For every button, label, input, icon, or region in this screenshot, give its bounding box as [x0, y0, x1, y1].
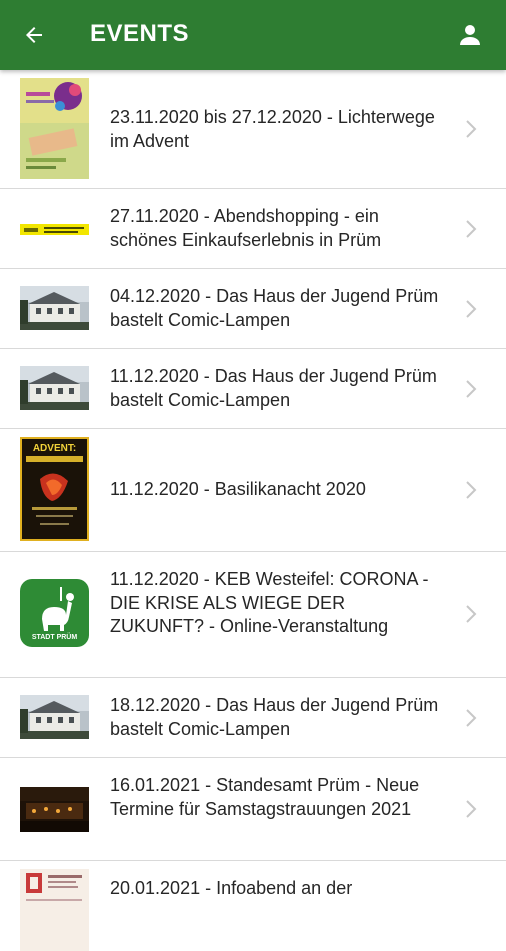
event-thumbnail: STADT PRÜM — [20, 579, 89, 647]
event-title: 27.11.2020 - Abendshopping - ein schönes… — [110, 206, 382, 250]
event-thumbnail — [20, 869, 89, 951]
event-list-item[interactable]: ADVENT: 11.12.2020 - Basilikanacht 2020 — [0, 429, 506, 552]
chevron-right-icon — [466, 120, 477, 138]
event-title: 11.12.2020 - KEB Westeifel: CORONA - DIE… — [110, 569, 429, 636]
chevron-right-icon — [466, 380, 477, 398]
event-list-item[interactable]: 04.12.2020 - Das Haus der Jugend Prüm ba… — [0, 269, 506, 349]
chevron-right-icon — [466, 800, 477, 818]
account-button[interactable] — [450, 17, 490, 53]
event-list-item[interactable]: 23.11.2020 bis 27.12.2020 - Lichterwege … — [0, 70, 506, 189]
chevron-right-icon — [466, 481, 477, 499]
event-thumbnail — [20, 366, 89, 410]
event-thumbnail — [20, 78, 89, 179]
event-title: 16.01.2021 - Standesamt Prüm - Neue Term… — [110, 775, 420, 819]
event-title: 11.12.2020 - Basilikanacht 2020 — [110, 479, 366, 499]
event-title: 11.12.2020 - Das Haus der Jugend Prüm ba… — [110, 366, 437, 410]
app-bar: EVENTS — [0, 0, 506, 70]
event-thumbnail — [20, 695, 89, 739]
event-thumbnail — [20, 286, 89, 330]
chevron-right-icon — [466, 300, 477, 318]
arrow-left-icon — [26, 27, 42, 43]
chevron-right-icon — [466, 220, 477, 238]
event-title: 18.12.2020 - Das Haus der Jugend Prüm ba… — [110, 695, 439, 739]
event-list-item[interactable]: 20.01.2021 - Infoabend an der — [0, 861, 506, 951]
event-list-item[interactable]: 27.11.2020 - Abendshopping - ein schönes… — [0, 189, 506, 269]
event-list-item[interactable]: 16.01.2021 - Standesamt Prüm - Neue Term… — [0, 758, 506, 861]
event-list-item[interactable]: 11.12.2020 - Das Haus der Jugend Prüm ba… — [0, 349, 506, 429]
city-logo-label: STADT PRÜM — [31, 634, 78, 641]
person-icon — [460, 25, 480, 45]
chevron-right-icon — [466, 709, 477, 727]
event-thumbnail — [20, 787, 89, 832]
event-title: 23.11.2020 bis 27.12.2020 - Lichterwege … — [110, 107, 435, 151]
event-thumbnail: ADVENT: — [20, 437, 89, 541]
page-title: EVENTS — [90, 20, 190, 47]
event-list: 23.11.2020 bis 27.12.2020 - Lichterwege … — [0, 70, 506, 951]
event-title: 20.01.2021 - Infoabend an der — [110, 878, 353, 898]
back-button[interactable] — [14, 17, 54, 53]
event-title: 04.12.2020 - Das Haus der Jugend Prüm ba… — [110, 286, 439, 330]
chevron-right-icon — [466, 605, 477, 623]
event-thumbnail — [20, 223, 89, 235]
event-list-item[interactable]: STADT PRÜM 11.12.2020 - KEB Westeifel: C… — [0, 552, 506, 678]
event-list-item[interactable]: 18.12.2020 - Das Haus der Jugend Prüm ba… — [0, 678, 506, 758]
